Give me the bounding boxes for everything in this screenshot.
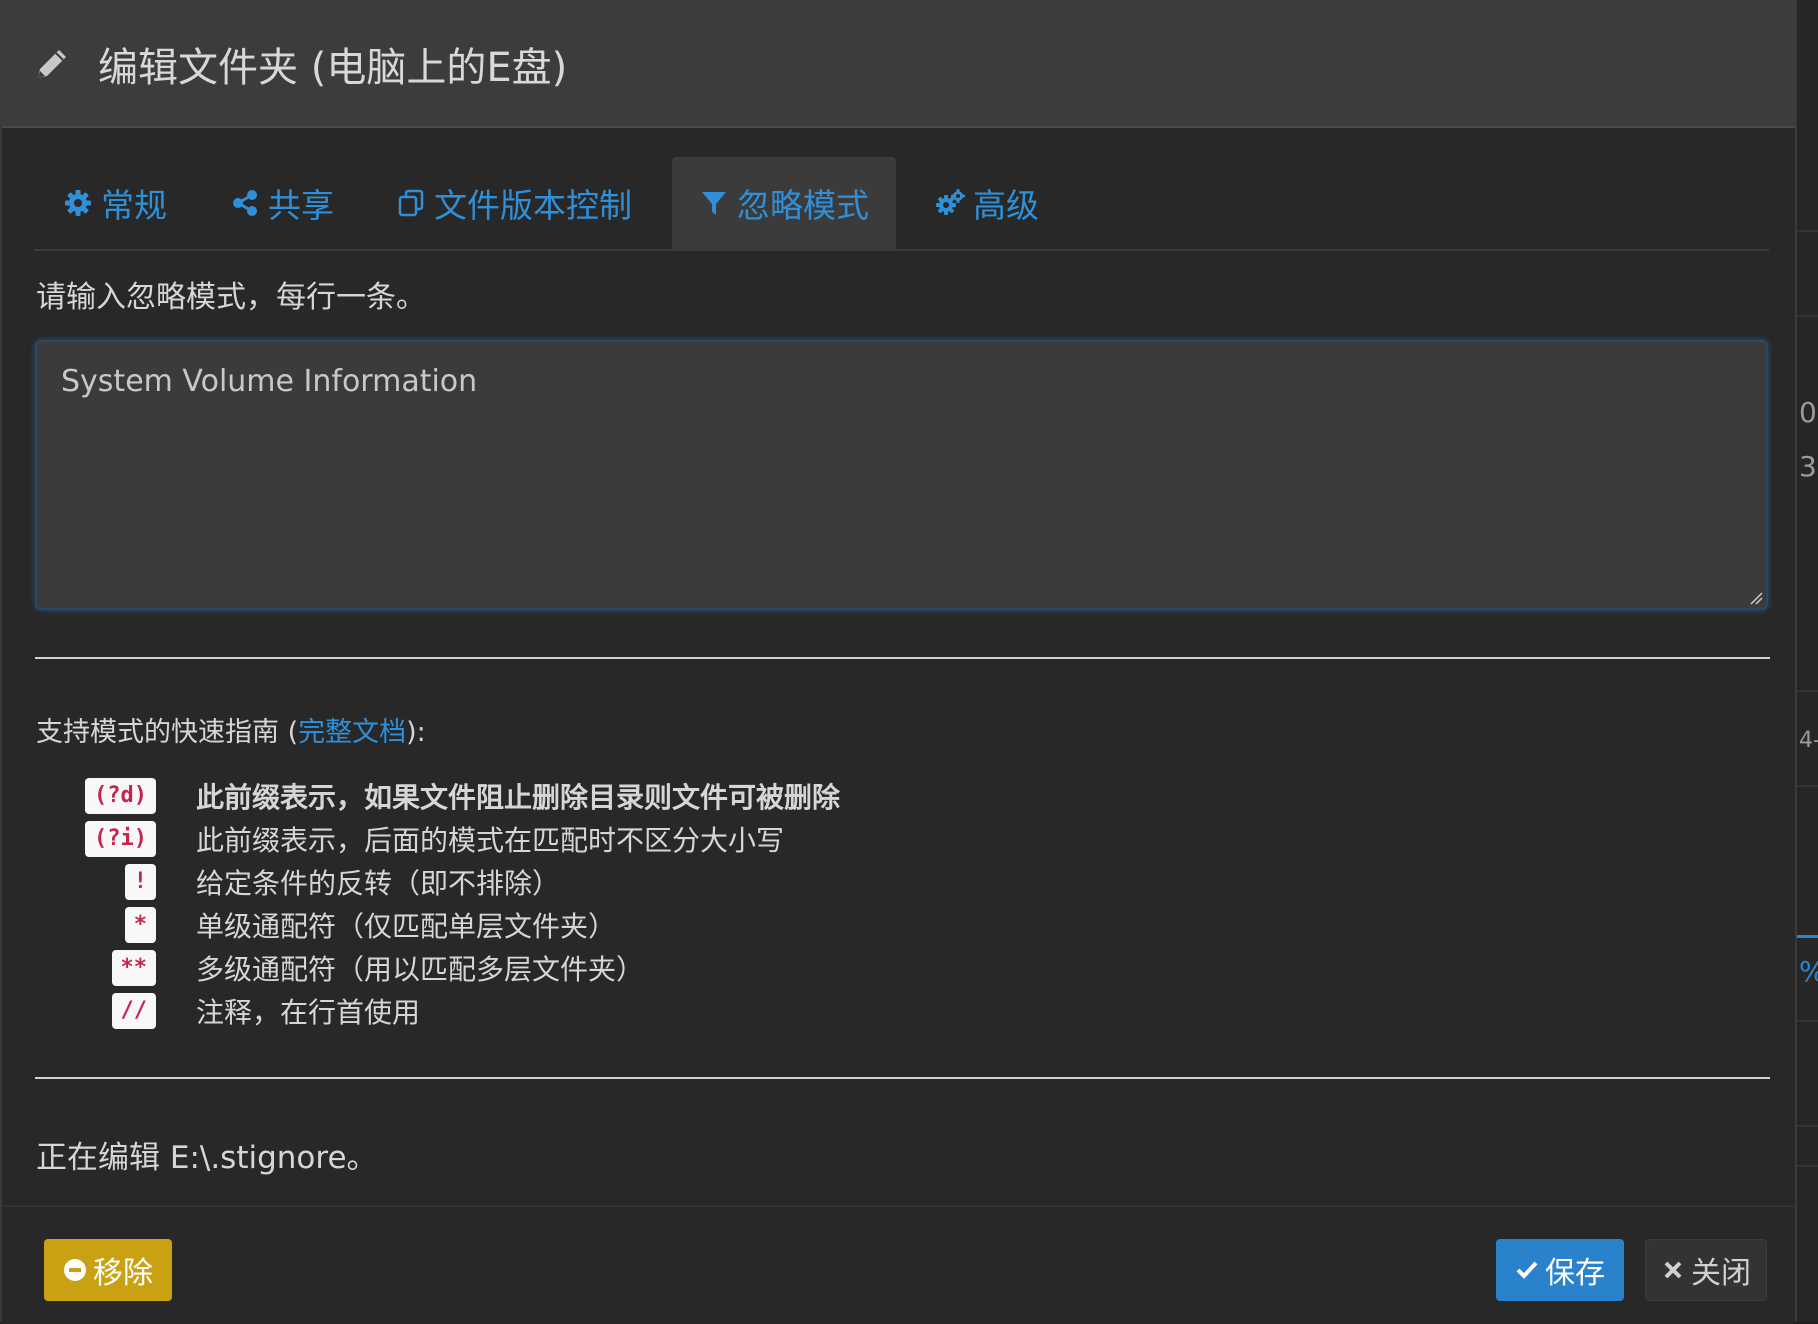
- pattern-description: 多级通配符（用以匹配多层文件夹）: [196, 953, 645, 986]
- tab-general[interactable]: 常规: [34, 157, 196, 249]
- pattern-row: // 注释，在行首使用: [42, 991, 942, 1031]
- pattern-code: (?i): [85, 821, 156, 857]
- filter-icon: [702, 192, 726, 215]
- pattern-code: //: [111, 993, 156, 1029]
- guide-heading: 支持模式的快速指南 (完整文档):: [36, 717, 426, 748]
- copy-icon: [398, 189, 424, 217]
- tab-label: 常规: [101, 186, 167, 225]
- ignore-prompt: 请输入忽略模式，每行一条。: [36, 280, 426, 315]
- tab-label: 共享: [268, 186, 334, 225]
- dialog-header: 编辑文件夹 (电脑上的E盘): [2, 2, 1795, 128]
- pattern-code: !: [124, 864, 156, 900]
- minus-circle-icon: [64, 1259, 86, 1281]
- tab-label: 高级: [973, 186, 1039, 225]
- pattern-code: *: [124, 907, 156, 943]
- tab-label: 忽略模式: [737, 186, 869, 225]
- pattern-description: 注释，在行首使用: [196, 996, 421, 1029]
- tab-file-versioning[interactable]: 文件版本控制: [374, 157, 654, 249]
- background-page-edge: 0 3 4- %: [1797, 0, 1818, 1322]
- dialog-title: 编辑文件夹 (电脑上的E盘): [98, 45, 568, 91]
- divider: [35, 657, 1770, 659]
- remove-button-label: 移除: [93, 1256, 153, 1291]
- tab-ignore-patterns[interactable]: 忽略模式: [672, 157, 896, 249]
- tab-sharing[interactable]: 共享: [212, 157, 352, 249]
- background-fragment: %: [1799, 955, 1818, 988]
- editing-file-note: 正在编辑 E:\.stignore。: [36, 1140, 378, 1176]
- edit-folder-dialog: 编辑文件夹 (电脑上的E盘) 常规 共享 文件版本控制 忽略模式 高级 请输入忽…: [0, 0, 1797, 1324]
- tab-label: 文件版本控制: [434, 186, 632, 225]
- background-fragment: 3: [1799, 450, 1817, 483]
- pattern-row: (?i) 此前缀表示，后面的模式在匹配时不区分大小写: [42, 819, 942, 859]
- textarea-value: System Volume Information: [61, 364, 478, 399]
- background-fragment: 4-: [1799, 728, 1818, 753]
- pattern-row: * 单级通配符（仅匹配单层文件夹）: [42, 905, 942, 945]
- save-button-label: 保存: [1545, 1256, 1605, 1291]
- share-icon: [233, 190, 257, 216]
- save-button[interactable]: 保存: [1496, 1239, 1624, 1301]
- divider: [35, 1077, 1770, 1079]
- pattern-description: 单级通配符（仅匹配单层文件夹）: [196, 910, 617, 943]
- resize-grip-icon[interactable]: [1749, 591, 1763, 605]
- ignore-patterns-textarea[interactable]: System Volume Information: [35, 340, 1768, 610]
- pattern-code: **: [111, 950, 156, 986]
- tab-advanced[interactable]: 高级: [912, 157, 1062, 249]
- background-fragment: 0: [1799, 396, 1817, 429]
- tab-bar: 常规 共享 文件版本控制 忽略模式 高级: [34, 157, 1769, 251]
- pattern-row: ** 多级通配符（用以匹配多层文件夹）: [42, 948, 942, 988]
- remove-button[interactable]: 移除: [44, 1239, 172, 1301]
- pattern-description: 此前缀表示，后面的模式在匹配时不区分大小写: [196, 824, 785, 857]
- close-icon: [1664, 1261, 1682, 1279]
- dialog-footer: 移除 保存 关闭: [2, 1205, 1795, 1324]
- close-button-label: 关闭: [1691, 1256, 1751, 1291]
- check-icon: [1516, 1261, 1538, 1279]
- pencil-icon: [38, 50, 66, 78]
- pattern-description: 给定条件的反转（即不排除）: [196, 867, 561, 900]
- pattern-code: (?d): [85, 778, 156, 814]
- gear-icon: [65, 190, 91, 216]
- pattern-row: (?d) 此前缀表示，如果文件阻止删除目录则文件可被删除: [42, 776, 942, 816]
- close-button[interactable]: 关闭: [1645, 1239, 1767, 1301]
- pattern-row: ! 给定条件的反转（即不排除）: [42, 862, 942, 902]
- full-docs-link[interactable]: 完整文档: [298, 717, 406, 748]
- pattern-description: 此前缀表示，如果文件阻止删除目录则文件可被删除: [196, 781, 841, 814]
- gears-icon: [936, 189, 965, 215]
